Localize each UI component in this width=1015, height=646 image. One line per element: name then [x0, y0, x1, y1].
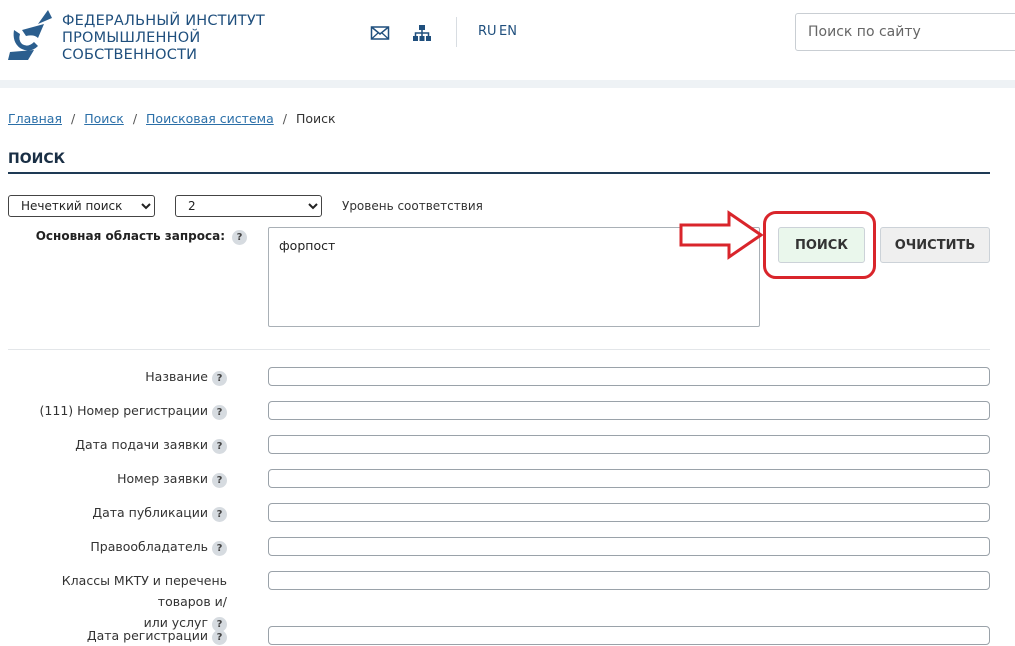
- main-query-label: Основная область запроса:: [35, 229, 225, 243]
- header-band: [0, 80, 1015, 88]
- application-number-field[interactable]: [268, 469, 990, 488]
- lang-ru-link[interactable]: RU: [478, 24, 497, 39]
- clear-button[interactable]: ОЧИСТИТЬ: [880, 227, 990, 263]
- reg-date-field[interactable]: [268, 626, 990, 645]
- envelope-icon[interactable]: [370, 24, 390, 42]
- publication-date-field[interactable]: [268, 503, 990, 522]
- field-label-mktu-classes: Классы МКТУ и перечень товаров и/ или ус…: [8, 570, 227, 633]
- search-button[interactable]: ПОИСК: [778, 227, 865, 263]
- name-field[interactable]: [268, 367, 990, 386]
- help-icon[interactable]: ?: [212, 405, 227, 420]
- field-label-text: Дата подачи заявки: [75, 437, 209, 452]
- help-icon[interactable]: ?: [212, 371, 227, 386]
- header-divider: [456, 17, 457, 47]
- help-icon[interactable]: ?: [232, 230, 247, 245]
- org-name-line2: ПРОМЫШЛЕННОЙ: [62, 30, 201, 46]
- org-name-line1: ФЕДЕРАЛЬНЫЙ ИНСТИТУТ: [62, 13, 265, 29]
- field-label-rightholder: Правообладатель ?: [8, 536, 227, 557]
- breadcrumb-current: Поиск: [295, 111, 336, 126]
- breadcrumb-link-home[interactable]: Главная: [8, 111, 62, 126]
- title-underline: [8, 172, 990, 174]
- org-name[interactable]: ФЕДЕРАЛЬНЫЙ ИНСТИТУТ ПРОМЫШЛЕННОЙ СОБСТВ…: [62, 13, 265, 64]
- org-name-line3: СОБСТВЕННОСТИ: [62, 47, 198, 63]
- field-label-publication-date: Дата публикации ?: [8, 502, 227, 523]
- help-icon[interactable]: ?: [212, 541, 227, 556]
- help-icon[interactable]: ?: [212, 439, 227, 454]
- field-label-text: Классы МКТУ и перечень товаров и/: [61, 573, 227, 609]
- match-level-label: Уровень соответствия: [342, 199, 483, 213]
- help-icon[interactable]: ?: [212, 507, 227, 522]
- page-title: ПОИСК: [8, 151, 66, 167]
- breadcrumb-separator: /: [132, 111, 138, 126]
- reg-number-field[interactable]: [268, 401, 990, 420]
- site-search-input[interactable]: [795, 13, 1015, 51]
- breadcrumb-separator: /: [71, 111, 76, 126]
- field-label-filing-date: Дата подачи заявки ?: [8, 434, 227, 455]
- site-header: ФЕДЕРАЛЬНЫЙ ИНСТИТУТ ПРОМЫШЛЕННОЙ СОБСТВ…: [0, 0, 1015, 80]
- field-label-text: Номер заявки: [117, 471, 209, 486]
- breadcrumb: Главная / Поиск / Поисковая система / Поиск: [8, 111, 336, 126]
- rightholder-field[interactable]: [268, 537, 990, 556]
- form-divider: [8, 349, 990, 350]
- filing-date-field[interactable]: [268, 435, 990, 454]
- breadcrumb-link-search[interactable]: Поиск: [84, 111, 124, 126]
- breadcrumb-link-search-system[interactable]: Поисковая система: [146, 111, 274, 126]
- fips-logo-icon[interactable]: [8, 8, 54, 62]
- breadcrumb-separator: /: [282, 111, 287, 126]
- field-label-name: Название ?: [8, 366, 227, 387]
- sitemap-icon[interactable]: [412, 24, 432, 42]
- help-icon[interactable]: ?: [212, 473, 227, 488]
- field-label-text: (111) Номер регистрации: [39, 403, 209, 418]
- field-label-application-number: Номер заявки ?: [8, 468, 227, 489]
- field-label-reg-number: (111) Номер регистрации ?: [8, 400, 227, 421]
- lang-en-link[interactable]: EN: [499, 24, 517, 39]
- field-label-text: Дата регистрации: [86, 628, 209, 643]
- red-arrow-annotation: [679, 210, 764, 260]
- match-level-select[interactable]: 2: [175, 195, 322, 217]
- field-label-text: Правообладатель: [90, 539, 209, 554]
- field-label-text: Дата публикации: [92, 505, 209, 520]
- field-label-text: Название: [145, 369, 209, 384]
- search-mode-select[interactable]: Нечеткий поиск: [8, 195, 155, 217]
- mktu-classes-field[interactable]: [268, 571, 990, 590]
